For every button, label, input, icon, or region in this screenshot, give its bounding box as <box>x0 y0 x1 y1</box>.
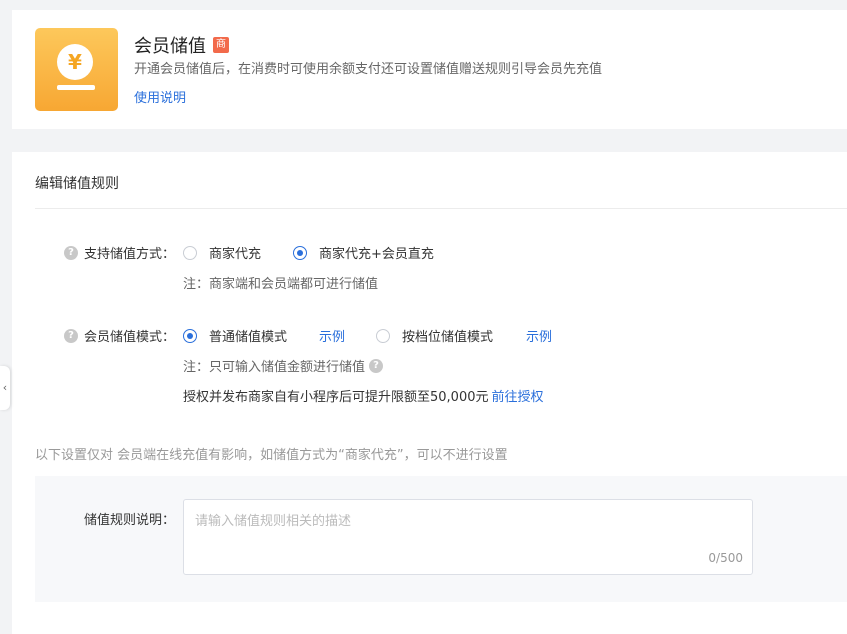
page-subtitle: 开通会员储值后，在消费时可使用余额支付还可设置储值赠送规则引导会员先充值 <box>134 62 603 77</box>
method-option-1[interactable]: 商家代充 <box>183 243 261 262</box>
question-icon[interactable]: ? <box>64 245 78 260</box>
method-row: ? 支持储值方式： <box>64 243 175 262</box>
rule-card: 编辑储值规则 ? 支持储值方式： 商家代充 商家代充+会员直充 注：商家端和会员… <box>12 152 847 634</box>
coin-base <box>57 85 95 90</box>
page-title: 会员储值 <box>134 36 206 57</box>
method-radio-1[interactable] <box>183 245 197 260</box>
mode-label: 会员储值模式： <box>84 330 176 345</box>
mode-example-2-link[interactable]: 示例 <box>526 326 552 345</box>
description-textarea[interactable]: 请输入储值规则相关的描述 0/500 <box>183 499 753 575</box>
mode-option-2-label[interactable]: 按档位储值模式 <box>402 326 493 345</box>
method-note: 注：商家端和会员端都可进行储值 <box>183 277 379 292</box>
help-link[interactable]: 使用说明 <box>134 87 186 106</box>
collapse-handle-icon[interactable]: ‹ <box>0 366 10 410</box>
member-stored-value-icon: ¥ <box>35 28 118 111</box>
method-option-1-label[interactable]: 商家代充 <box>209 243 261 262</box>
method-option-2-label[interactable]: 商家代充+会员直充 <box>319 243 434 262</box>
auth-text: 授权并发布商家自有小程序后可提升限额至50,000元 <box>183 390 489 405</box>
question-icon[interactable]: ? <box>64 328 78 343</box>
title-row: 会员储值 商 <box>134 32 229 58</box>
merchant-badge: 商 <box>213 37 229 53</box>
section-title: 编辑储值规则 <box>35 176 119 192</box>
mode-note-row: 注：只可输入储值金额进行储值 ? <box>183 356 384 375</box>
description-counter: 0/500 <box>708 551 743 565</box>
mode-example-1-link[interactable]: 示例 <box>319 326 345 345</box>
header-card: ¥ 会员储值 商 开通会员储值后，在消费时可使用余额支付还可设置储值赠送规则引导… <box>12 10 847 129</box>
auth-row: 授权并发布商家自有小程序后可提升限额至50,000元 前往授权 <box>183 386 544 405</box>
mode-option-1[interactable]: 普通储值模式 <box>183 326 287 345</box>
mode-row: ? 会员储值模式： <box>64 326 175 345</box>
mode-option-1-label[interactable]: 普通储值模式 <box>209 326 287 345</box>
method-radio-2[interactable] <box>293 245 307 260</box>
method-option-2[interactable]: 商家代充+会员直充 <box>293 243 434 262</box>
divider <box>35 208 847 209</box>
description-label: 储值规则说明： <box>84 513 176 528</box>
auth-link[interactable]: 前往授权 <box>492 386 544 405</box>
yen-coin-icon: ¥ <box>57 44 93 80</box>
mode-note: 注：只可输入储值金额进行储值 <box>183 360 366 375</box>
method-label: 支持储值方式： <box>84 247 176 262</box>
online-recharge-hint: 以下设置仅对 会员端在线充值有影响，如储值方式为“商家代充”，可以不进行设置 <box>35 448 508 463</box>
mode-radio-1[interactable] <box>183 328 197 343</box>
question-icon[interactable]: ? <box>369 358 384 373</box>
mode-option-2[interactable]: 按档位储值模式 <box>376 326 493 345</box>
mode-radio-2[interactable] <box>376 328 390 343</box>
description-placeholder: 请输入储值规则相关的描述 <box>195 514 352 529</box>
